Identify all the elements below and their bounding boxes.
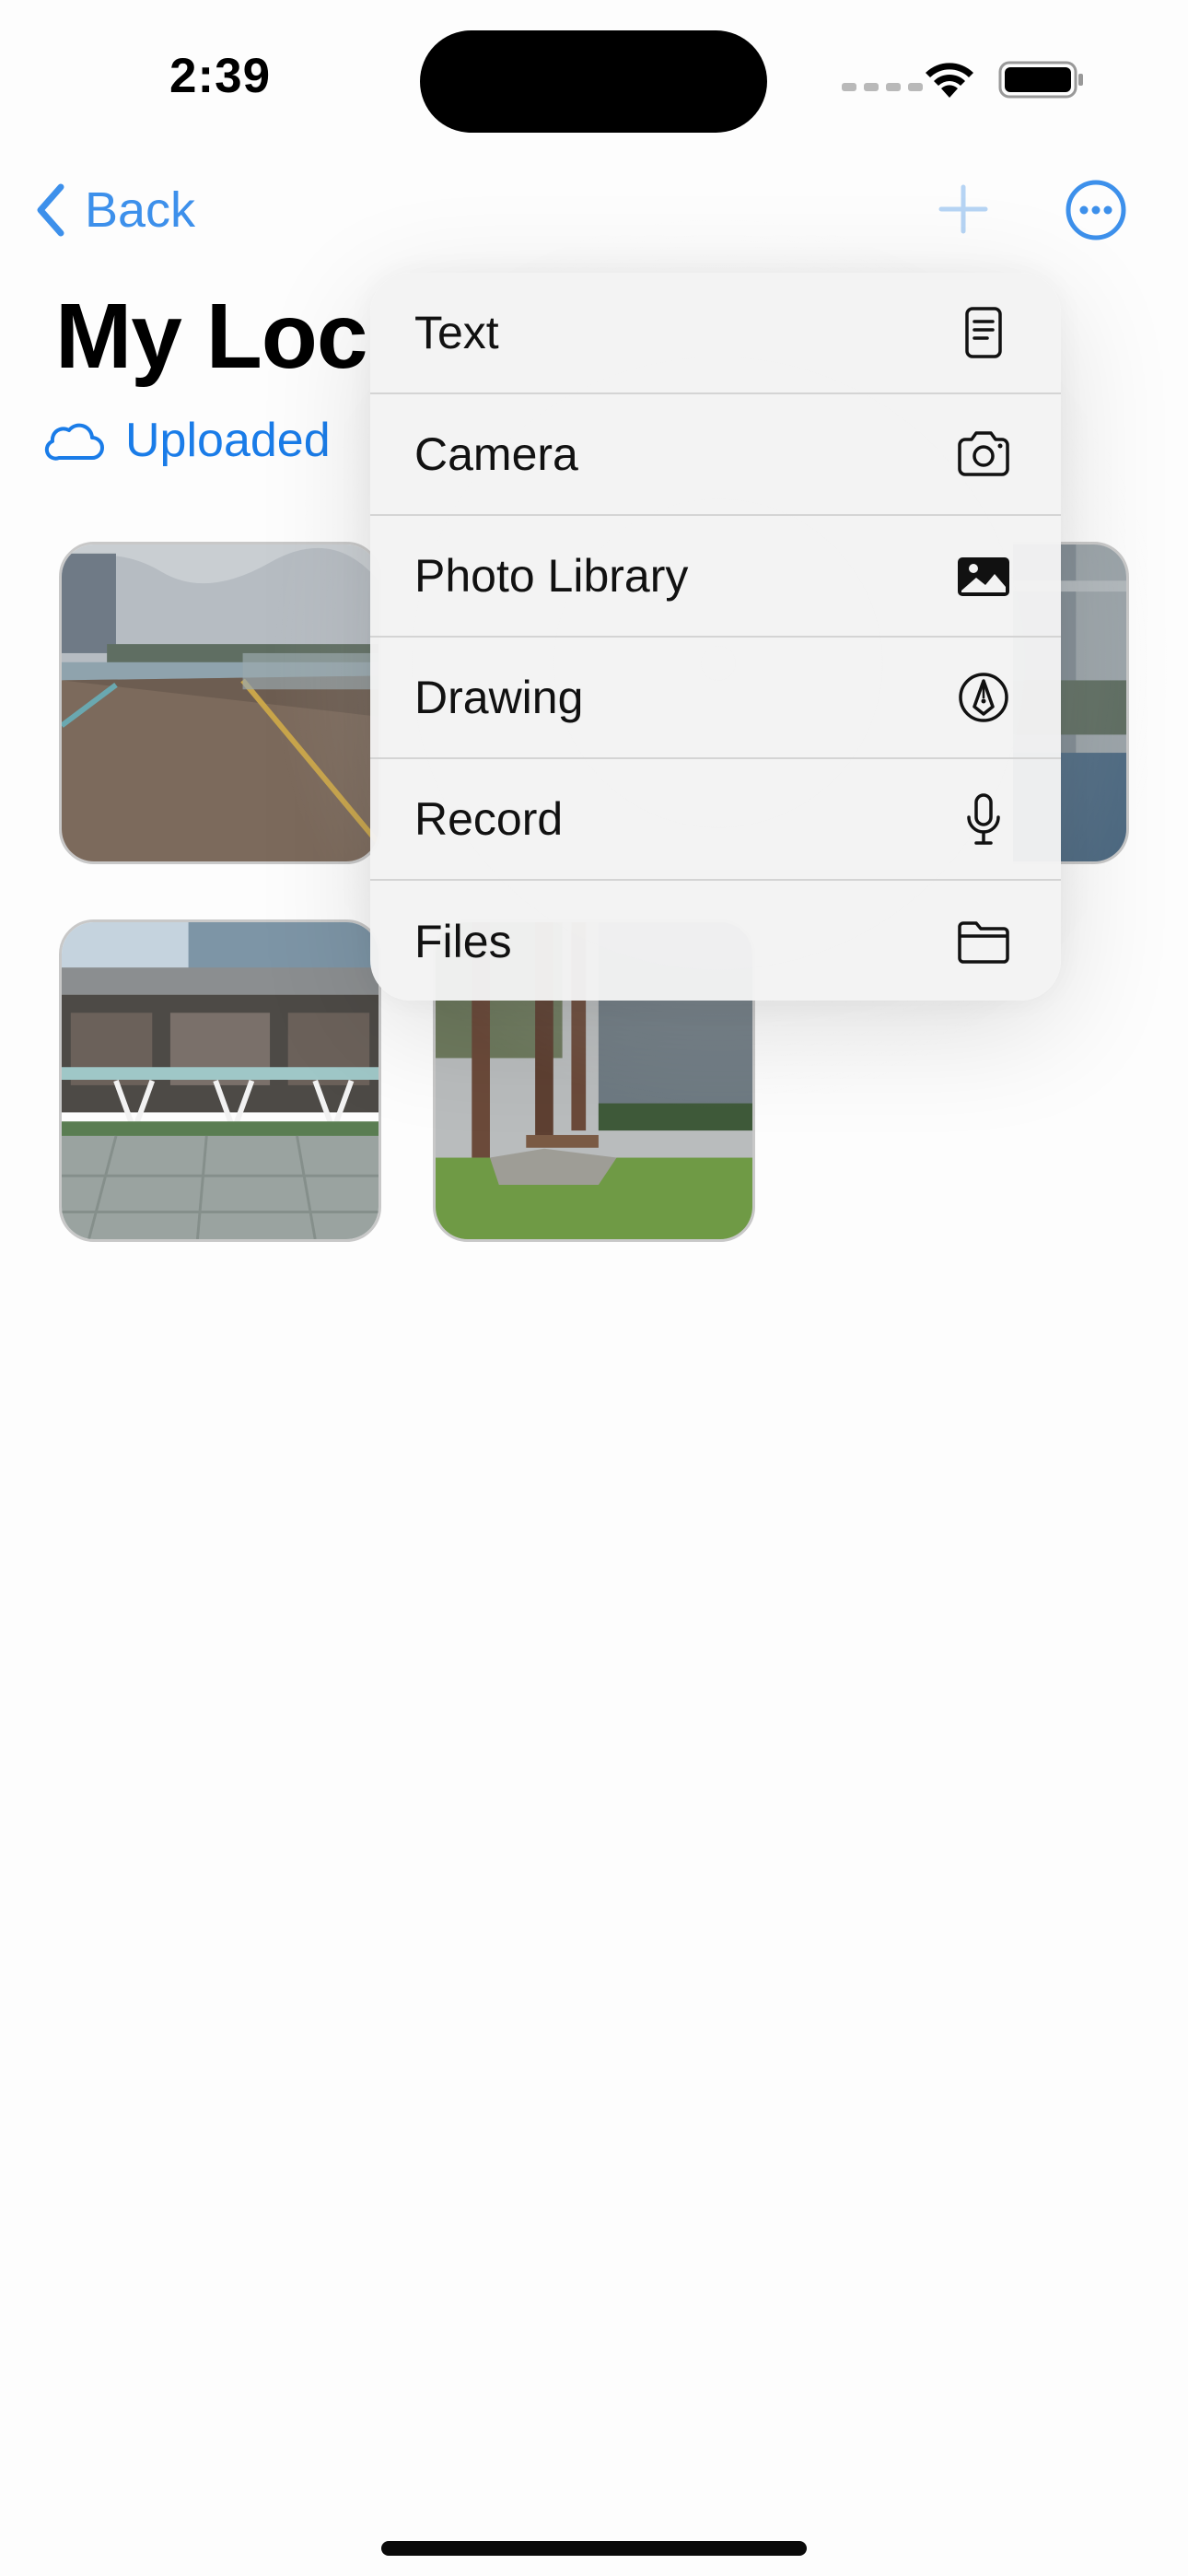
camera-icon — [954, 425, 1013, 484]
chevron-left-icon — [37, 183, 64, 237]
menu-item-drawing[interactable]: Drawing — [370, 638, 1061, 759]
menu-item-label: Photo Library — [414, 550, 689, 602]
cellular-signal-icon — [842, 83, 923, 91]
more-options-button[interactable] — [1065, 179, 1127, 241]
menu-item-label: Drawing — [414, 672, 584, 723]
text-document-icon — [954, 303, 1013, 362]
photo-thumbnail[interactable] — [59, 919, 381, 1242]
page-title: My Loc — [55, 285, 367, 388]
battery-icon — [998, 61, 1083, 99]
menu-item-text[interactable]: Text — [370, 273, 1061, 394]
screen: 2:39 Back My Loc Uploaded Text Camera Ph… — [0, 0, 1188, 2576]
microphone-icon — [954, 790, 1013, 849]
back-button[interactable]: Back — [33, 181, 195, 240]
pen-tip-icon — [954, 668, 1013, 727]
menu-item-files[interactable]: Files — [370, 881, 1061, 1001]
photo-thumbnail[interactable] — [59, 542, 381, 864]
menu-item-camera[interactable]: Camera — [370, 394, 1061, 516]
dynamic-island — [420, 30, 767, 133]
home-indicator[interactable] — [381, 2541, 807, 2556]
add-button[interactable] — [936, 181, 991, 237]
add-attachment-menu: Text Camera Photo Library Drawing Record… — [370, 273, 1061, 1001]
folder-icon — [954, 912, 1013, 971]
menu-item-label: Files — [414, 916, 512, 967]
photo-icon — [954, 546, 1013, 605]
cloud-icon — [44, 423, 104, 461]
menu-item-label: Camera — [414, 428, 578, 480]
status-label: Uploaded — [125, 414, 331, 467]
upload-status: Uploaded — [44, 413, 331, 468]
menu-item-label: Text — [414, 307, 499, 358]
menu-item-photo-library[interactable]: Photo Library — [370, 516, 1061, 638]
back-label: Back — [85, 182, 196, 238]
menu-item-record[interactable]: Record — [370, 759, 1061, 881]
status-time: 2:39 — [169, 49, 272, 103]
menu-item-label: Record — [414, 793, 564, 845]
wifi-icon — [926, 63, 973, 98]
